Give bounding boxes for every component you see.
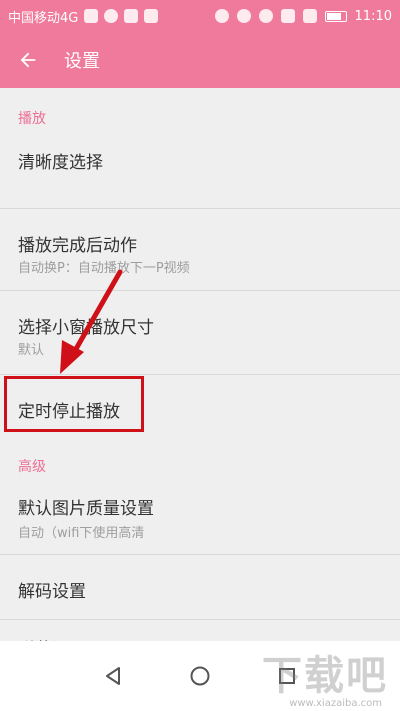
setting-item-after-play[interactable]: 播放完成后动作 自动换P：自动播放下一P视频 — [0, 209, 400, 291]
setting-item-danmaku[interactable]: 弹幕设置 — [0, 620, 400, 660]
settings-list: 播放 清晰度选择 播放完成后动作 自动换P：自动播放下一P视频 选择小窗播放尺寸… — [0, 88, 400, 660]
setting-title: 清晰度选择 — [18, 153, 103, 173]
clock: 11:10 — [354, 8, 392, 24]
setting-subtitle: 自动（wifi下使用高清 — [18, 526, 145, 541]
battery-icon — [324, 10, 347, 22]
section-header-playback: 播放 — [18, 111, 46, 127]
setting-title: 默认图片质量设置 — [18, 499, 154, 519]
wifi-icon — [280, 9, 295, 23]
section-header-advanced: 高级 — [18, 459, 46, 475]
setting-title: 播放完成后动作 — [18, 236, 137, 256]
alarm-icon — [236, 9, 251, 23]
app-bar: 设置 — [0, 32, 400, 88]
back-button[interactable] — [0, 32, 56, 88]
triangle-back-icon — [106, 667, 121, 685]
headphone-icon — [214, 9, 229, 23]
nav-home-button[interactable] — [180, 656, 220, 696]
app-notification-icon — [84, 9, 99, 23]
circle-home-icon — [190, 666, 210, 686]
setting-title: 解码设置 — [18, 582, 86, 602]
eye-icon — [258, 9, 273, 23]
nav-back-button[interactable] — [93, 656, 133, 696]
app-notification-icon — [144, 9, 159, 23]
signal-icon — [302, 9, 317, 23]
status-bar: 中国移动4G 11:10 — [0, 0, 400, 32]
setting-item-clarity[interactable]: 清晰度选择 — [0, 132, 400, 220]
arrow-back-icon — [20, 52, 36, 68]
setting-item-decode[interactable]: 解码设置 — [0, 555, 400, 621]
carrier-label: 中国移动4G — [8, 10, 79, 26]
watermark-logo: 下载吧 — [262, 653, 388, 699]
setting-title: 选择小窗播放尺寸 — [18, 318, 154, 338]
setting-subtitle: 自动换P：自动播放下一P视频 — [18, 261, 190, 276]
setting-item-mini-window[interactable]: 选择小窗播放尺寸 默认 — [0, 291, 400, 375]
page-title: 设置 — [64, 51, 100, 72]
setting-item-image-quality[interactable]: 默认图片质量设置 自动（wifi下使用高清 — [0, 478, 400, 550]
setting-subtitle: 默认 — [18, 343, 45, 358]
app-notification-icon — [104, 9, 119, 23]
app-notification-icon — [124, 9, 139, 23]
annotation-highlight-box — [4, 376, 144, 432]
watermark-url: www.xiazaiba.com — [289, 698, 382, 709]
